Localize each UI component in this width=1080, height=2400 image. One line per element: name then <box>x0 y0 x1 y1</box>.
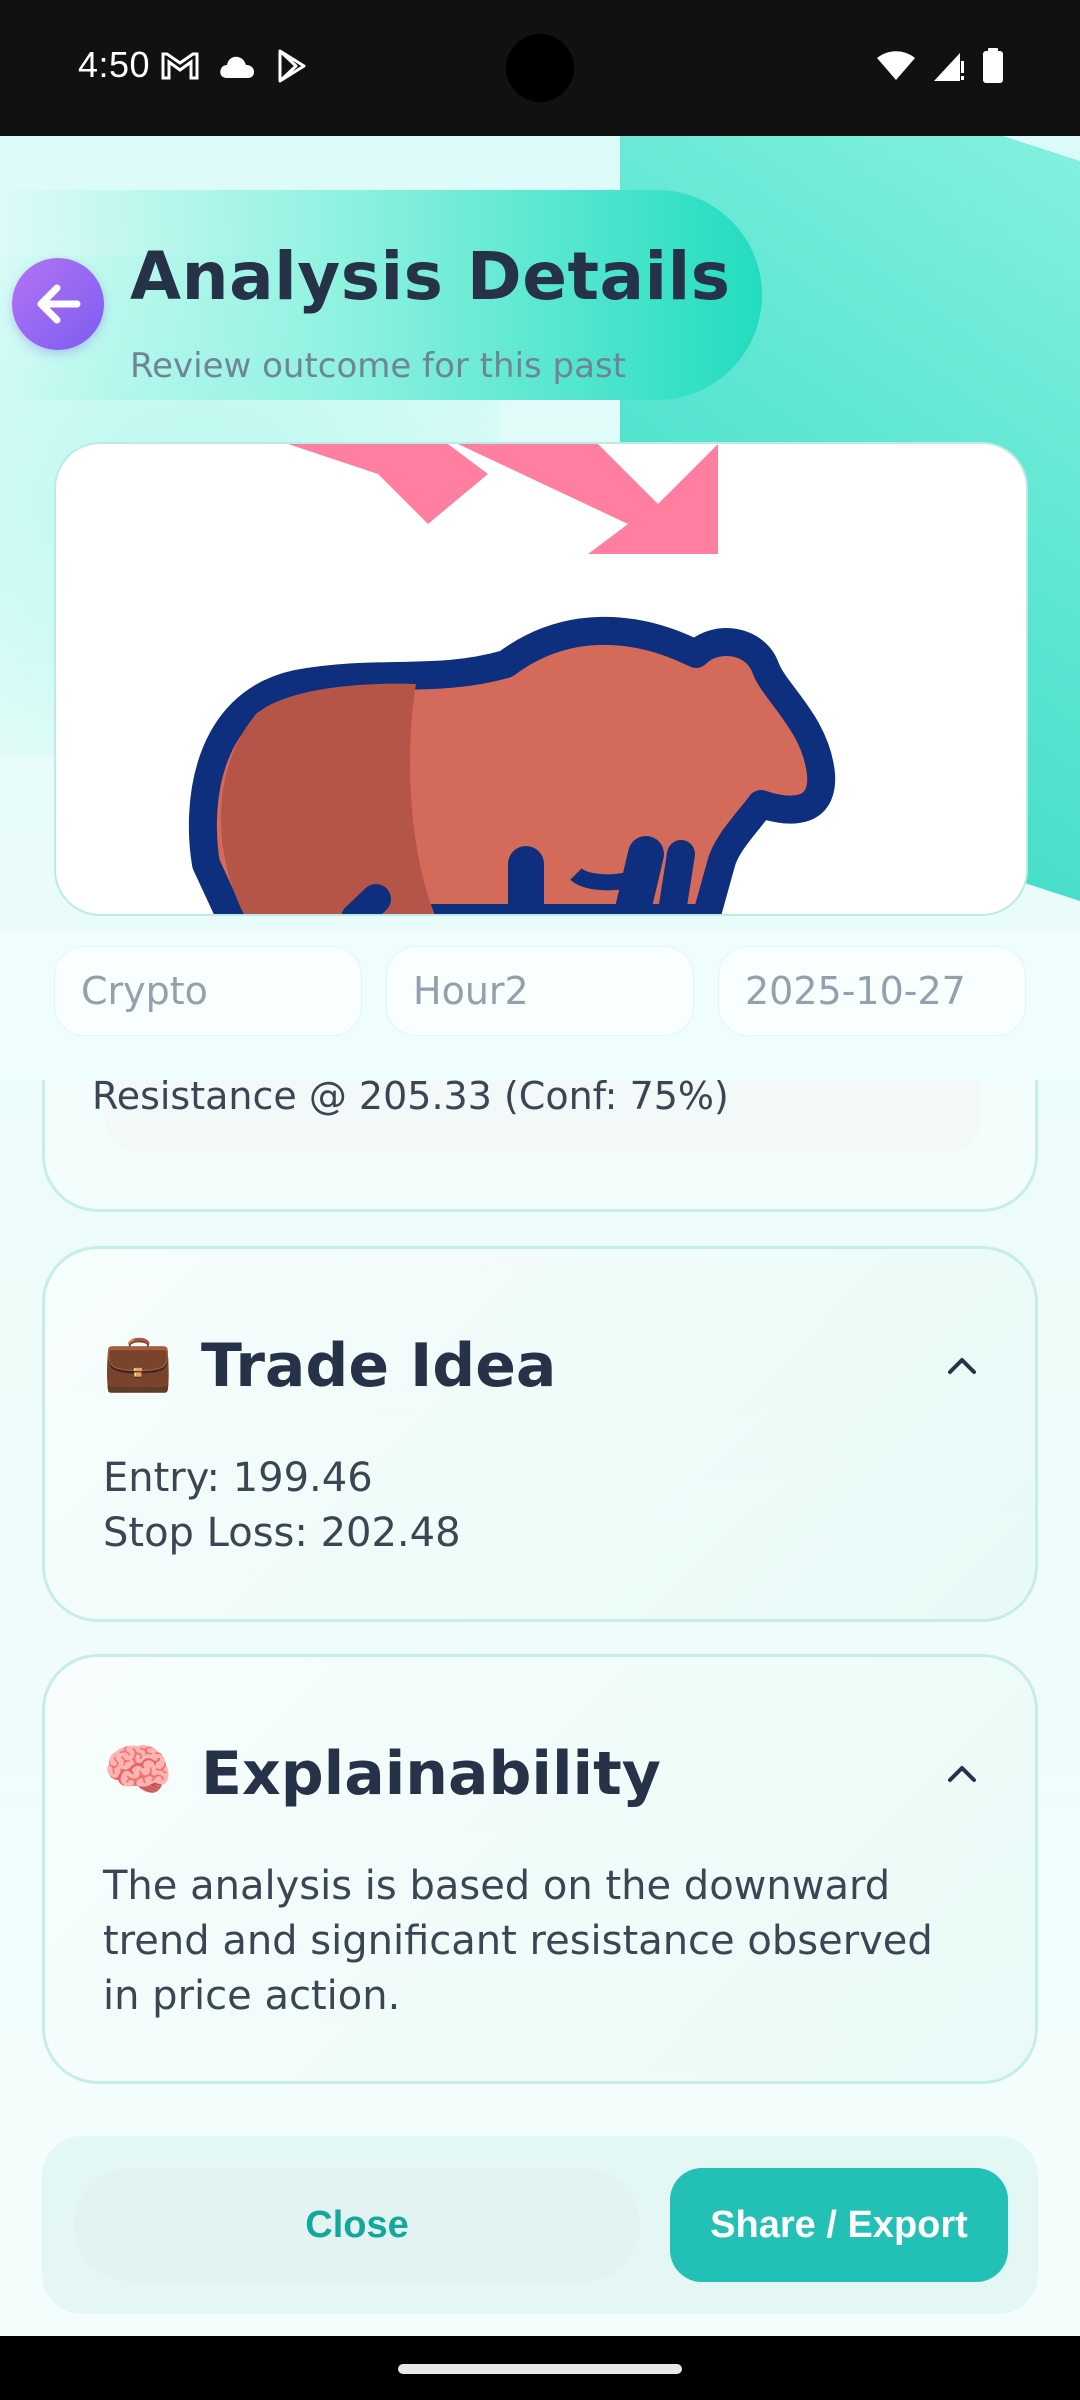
bottom-action-bar: Close Share / Export <box>42 2136 1038 2314</box>
gmail-icon <box>161 52 199 80</box>
system-navigation-bar <box>0 2336 1080 2400</box>
explainability-title: Explainability <box>201 1739 661 1809</box>
page-title: Analysis Details <box>130 238 731 315</box>
analysis-image-card <box>54 442 1028 916</box>
bear-market-illustration <box>188 444 836 914</box>
chip-date[interactable]: 2025-10-27 <box>718 946 1026 1036</box>
chevron-up-icon[interactable] <box>945 1757 979 1791</box>
trade-idea-title: Trade Idea <box>201 1331 557 1401</box>
briefcase-icon: 💼 <box>103 1330 173 1395</box>
explainability-card[interactable]: 🧠 Explainability The analysis is based o… <box>42 1654 1038 2084</box>
battery-icon <box>983 48 1003 83</box>
brain-icon: 🧠 <box>103 1738 173 1803</box>
signal-icon <box>934 53 964 81</box>
status-icons-left <box>160 48 310 84</box>
status-bar: 4:50 <box>0 0 1080 136</box>
stop-loss-value: Stop Loss: 202.48 <box>103 1510 461 1556</box>
close-button[interactable]: Close <box>74 2168 640 2282</box>
status-icons-right <box>876 48 1004 84</box>
cloud-icon <box>220 56 254 78</box>
explainability-text: The analysis is based on the downward tr… <box>103 1863 933 2019</box>
play-store-icon <box>278 49 306 83</box>
home-gesture-handle[interactable] <box>398 2364 682 2374</box>
analysis-details-screen: Analysis Details Review outcome for this… <box>0 136 1080 2336</box>
trade-idea-body: Entry: 199.46 Stop Loss: 202.48 <box>103 1451 975 1561</box>
wifi-icon <box>877 51 915 80</box>
trade-idea-card[interactable]: 💼 Trade Idea Entry: 199.46 Stop Loss: 20… <box>42 1246 1038 1622</box>
chevron-up-icon[interactable] <box>945 1349 979 1383</box>
share-export-button[interactable]: Share / Export <box>670 2168 1008 2282</box>
chip-category[interactable]: Crypto <box>54 946 362 1036</box>
front-camera <box>506 34 574 102</box>
tag-chips-row: Crypto Hour2 2025-10-27 <box>0 932 1080 1080</box>
page-subtitle: Review outcome for this past <box>130 346 627 386</box>
status-time: 4:50 <box>78 44 151 85</box>
entry-value: Entry: 199.46 <box>103 1455 373 1501</box>
chip-timeframe[interactable]: Hour2 <box>386 946 694 1036</box>
arrow-left-icon <box>37 284 81 324</box>
back-button[interactable] <box>12 258 104 350</box>
resistance-level-text: Resistance @ 205.33 (Conf: 75%) <box>92 1074 729 1118</box>
